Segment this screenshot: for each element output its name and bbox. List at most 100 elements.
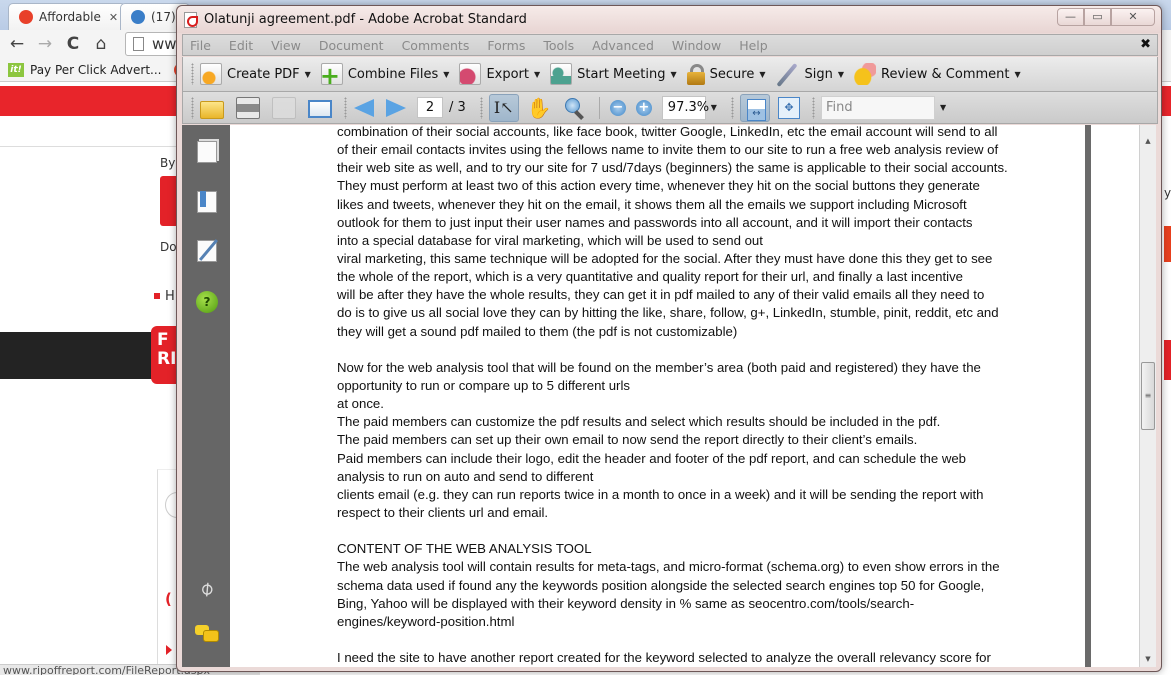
browser-tab-affordable[interactable]: Affordable ✕ — [8, 3, 126, 30]
menu-file[interactable]: File — [187, 38, 214, 53]
scroll-down-icon[interactable]: ▼ — [1140, 651, 1156, 667]
attachments-paperclip-icon[interactable]: ⌀ — [191, 573, 220, 603]
printer-icon[interactable] — [236, 96, 260, 119]
open-folder-icon[interactable] — [200, 100, 224, 119]
toolbar-grip[interactable] — [730, 96, 734, 119]
arrow-right-icon — [166, 645, 172, 655]
comments-panel-icon[interactable] — [195, 625, 219, 643]
home-button[interactable]: ⌂ — [90, 33, 112, 55]
maximize-button[interactable]: ▭ — [1084, 8, 1111, 26]
scrollbar-thumb[interactable]: ≡ — [1141, 362, 1155, 430]
bullet-icon — [154, 293, 160, 299]
menu-document[interactable]: Document — [316, 38, 387, 53]
bookmark-favicon-icon: it! — [8, 62, 24, 77]
minimize-button[interactable]: — — [1057, 8, 1084, 26]
select-tool-icon[interactable]: I↖ — [488, 93, 519, 122]
document-line: Now for the web analysis tool that will … — [337, 359, 981, 375]
forward-button[interactable]: → — [34, 33, 56, 55]
previous-page-icon[interactable] — [353, 98, 375, 118]
tasks-toolbar: Create PDF ▼ Combine Files ▼ Export ▼ St… — [182, 57, 1158, 91]
document-line: analysis to run on auto and send to diff… — [337, 468, 594, 484]
document-line: respect to their clients url and email. — [337, 504, 549, 520]
find-input[interactable]: Find — [820, 95, 935, 120]
menu-comments[interactable]: Comments — [399, 38, 473, 53]
fit-page-icon[interactable]: ✥ — [777, 96, 800, 119]
site-favicon-icon — [19, 10, 33, 24]
zoom-out-button[interactable]: − — [609, 99, 626, 116]
next-page-icon[interactable] — [385, 98, 407, 118]
start-meeting-button[interactable]: Start Meeting ▼ — [550, 63, 677, 85]
reload-button[interactable]: C — [62, 33, 84, 55]
zoom-level-input[interactable]: 97.3% — [661, 95, 709, 120]
create-pdf-button[interactable]: Create PDF ▼ — [200, 63, 311, 85]
speech-bubbles-icon — [854, 63, 876, 85]
combine-files-button[interactable]: Combine Files ▼ — [320, 63, 449, 86]
zoom-in-button[interactable]: + — [635, 99, 652, 116]
page-number-input[interactable]: 2 — [417, 97, 443, 118]
bookmark-pay-per-click[interactable]: Pay Per Click Advert... — [30, 63, 162, 77]
pen-icon — [775, 63, 799, 85]
document-line: The web analysis tool will contain resul… — [337, 559, 1000, 575]
document-line: they will get a sound pdf mailed to them… — [337, 323, 738, 339]
back-button[interactable]: ← — [6, 33, 28, 55]
toolbar-grip[interactable] — [811, 96, 815, 119]
bookmarks-panel-icon[interactable] — [197, 191, 217, 213]
document-line: The paid members can customize the pdf r… — [337, 414, 941, 430]
menu-window[interactable]: Window — [669, 38, 724, 53]
button-label: Review & Comment — [881, 66, 1010, 82]
navigation-pane: ? ⌀ — [182, 125, 230, 667]
button-label: Sign — [804, 66, 833, 82]
close-tab-icon[interactable]: ✕ — [109, 11, 118, 24]
toolbar-grip[interactable] — [191, 63, 194, 85]
desktop: Affordable ✕ (17) R ← → C ⌂ www it! Pay … — [0, 0, 1171, 675]
hand-tool-icon[interactable]: ✋ — [527, 96, 552, 120]
menu-view[interactable]: View — [268, 38, 304, 53]
chevron-down-icon: ▼ — [534, 69, 541, 79]
secure-button[interactable]: Secure ▼ — [686, 64, 765, 85]
document-viewer[interactable]: combination of their social accounts, li… — [230, 125, 1139, 667]
menu-tools[interactable]: Tools — [540, 38, 577, 53]
button-label: Export — [486, 66, 529, 82]
divider — [598, 96, 600, 119]
menu-forms[interactable]: Forms — [484, 38, 528, 53]
email-envelope-icon[interactable] — [308, 99, 332, 118]
export-icon — [459, 63, 482, 85]
site-link[interactable]: H — [165, 289, 175, 304]
lock-icon — [686, 64, 705, 85]
document-line: The paid members can set up their own em… — [337, 432, 918, 448]
marquee-zoom-icon[interactable] — [563, 96, 587, 120]
menu-help[interactable]: Help — [736, 38, 771, 53]
toolbar-grip[interactable] — [344, 96, 347, 119]
menu-edit[interactable]: Edit — [226, 38, 256, 53]
toolbar-grip[interactable] — [191, 96, 194, 119]
save-disk-icon[interactable] — [272, 96, 296, 119]
document-line: will be after they have the whole result… — [337, 287, 985, 303]
sign-button[interactable]: Sign ▼ — [775, 63, 844, 85]
export-button[interactable]: Export ▼ — [459, 63, 540, 85]
site-by-label: By — [160, 156, 176, 170]
help-icon[interactable]: ? — [196, 291, 218, 313]
document-line: opportunity to run or compare up to 5 di… — [337, 377, 630, 393]
signatures-panel-icon[interactable] — [197, 240, 217, 262]
pages-panel-icon[interactable] — [197, 141, 217, 163]
scroll-up-icon[interactable]: ▲ — [1140, 133, 1156, 149]
vertical-scrollbar[interactable]: ▲ ≡ ▼ — [1139, 125, 1156, 667]
document-line: of their email contacts invites using th… — [337, 142, 999, 158]
site-favicon-icon — [131, 10, 145, 24]
zoom-dropdown-icon[interactable]: ▼ — [711, 103, 717, 112]
document-line: I need the site to have another report c… — [337, 650, 991, 666]
close-document-button[interactable]: ✖ — [1140, 37, 1151, 52]
toolbar-grip[interactable] — [479, 96, 483, 119]
fit-width-icon[interactable] — [739, 93, 770, 122]
close-window-button[interactable]: ✕ — [1111, 8, 1155, 26]
button-label: Secure — [709, 66, 755, 82]
chevron-down-icon: ▼ — [304, 69, 311, 79]
combine-files-icon — [320, 63, 343, 86]
title-bar[interactable]: Olatunji agreement.pdf - Adobe Acrobat S… — [177, 6, 1161, 33]
page-icon — [133, 37, 144, 51]
review-comment-button[interactable]: Review & Comment ▼ — [854, 63, 1021, 85]
find-dropdown-icon[interactable]: ▼ — [940, 103, 946, 112]
meeting-icon — [550, 63, 573, 85]
document-line: Paid members can include their logo, edi… — [337, 450, 967, 466]
menu-advanced[interactable]: Advanced — [589, 38, 657, 53]
